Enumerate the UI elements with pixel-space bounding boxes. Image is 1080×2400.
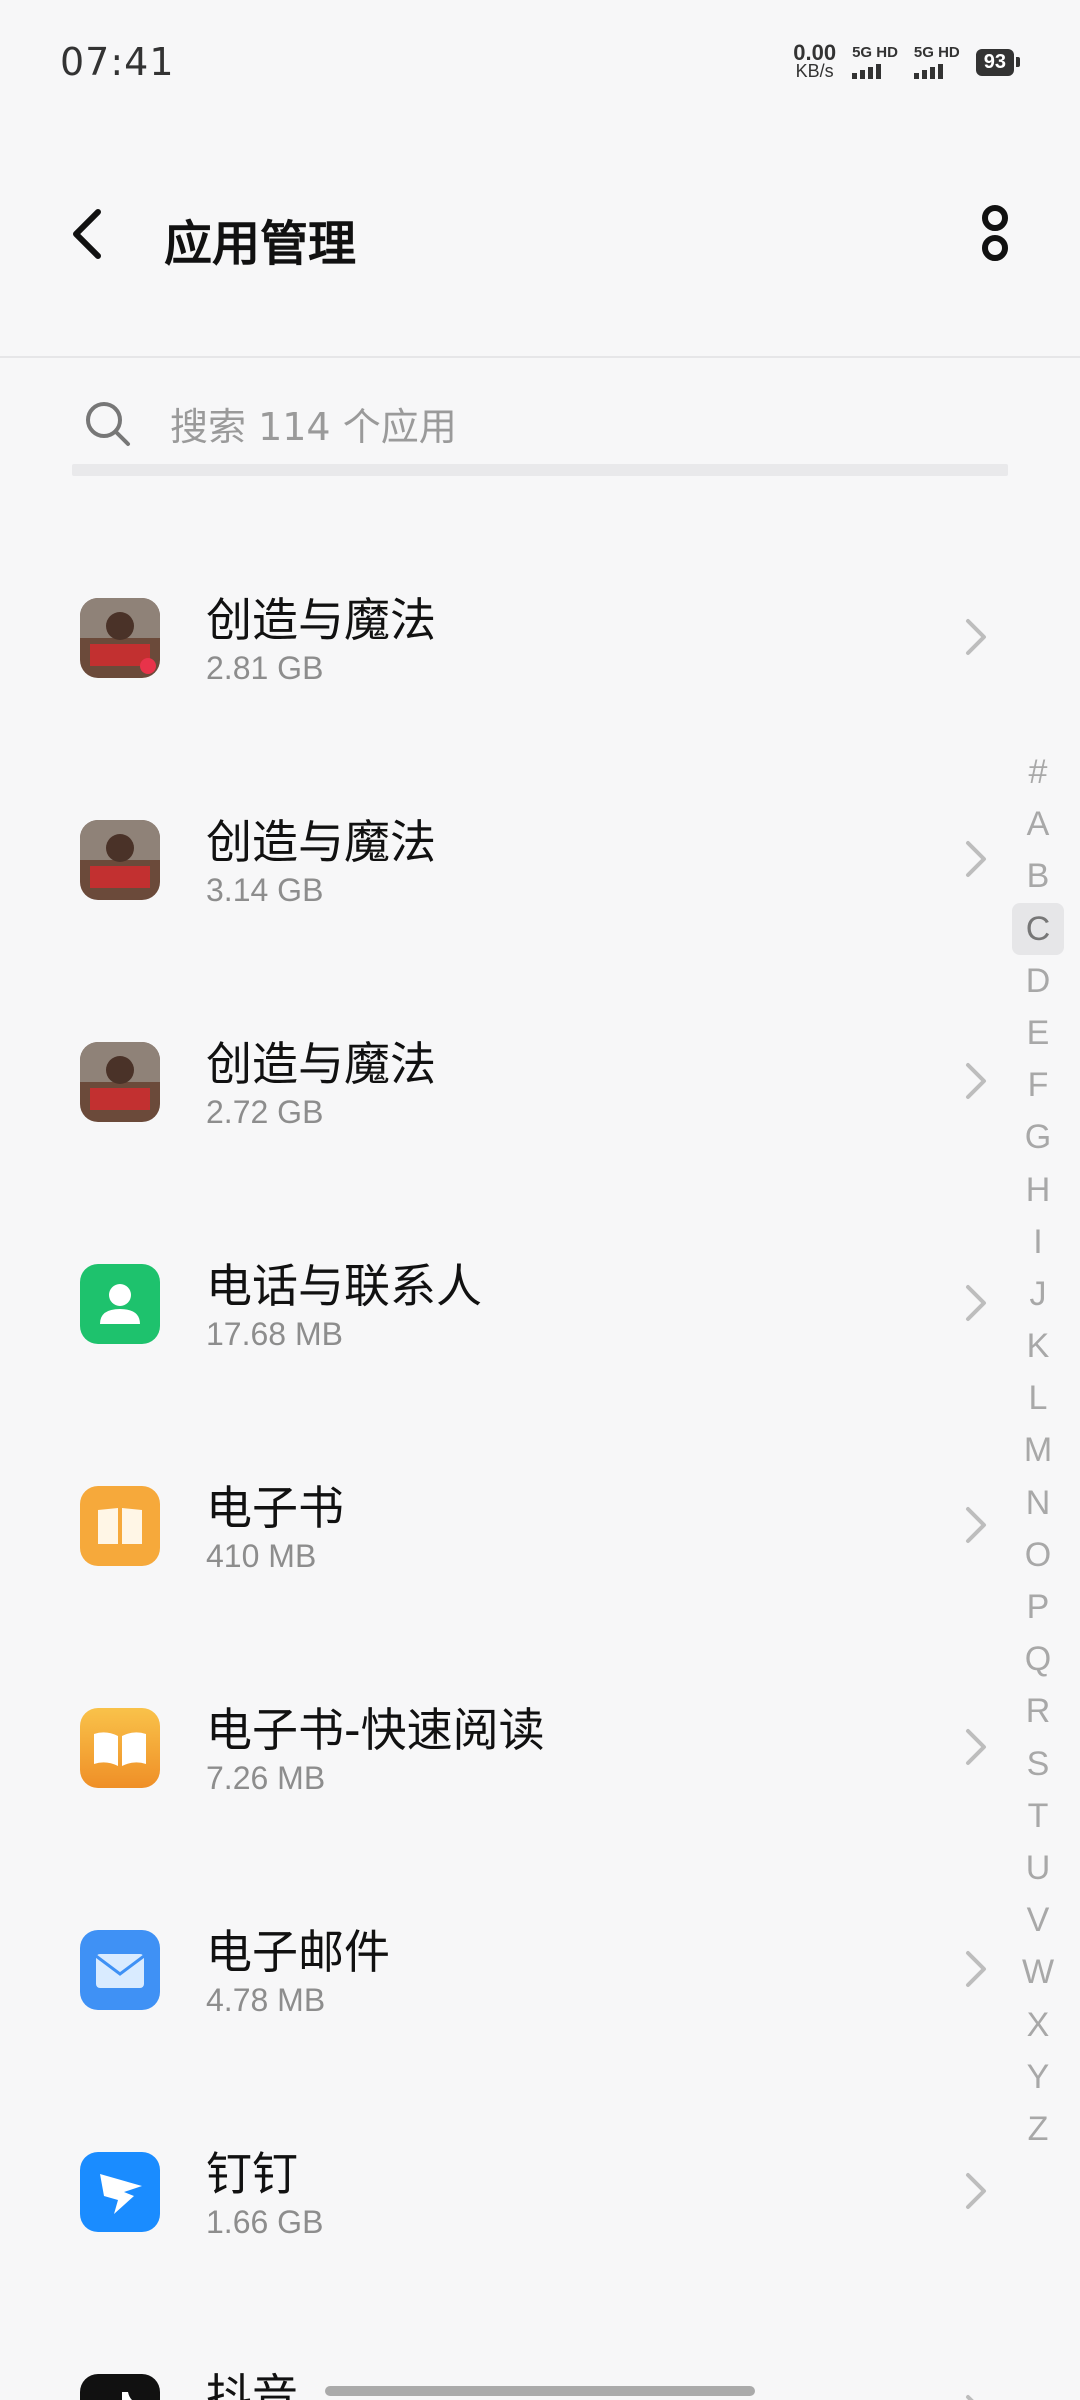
battery-level: 93 [975,48,1014,76]
alphabet-index-letter[interactable]: S [1012,1738,1064,1790]
header-divider [0,356,1080,358]
app-name: 创造与魔法 [206,815,436,869]
app-name: 电子书-快速阅读 [206,1703,545,1757]
chevron-right-icon [966,1285,986,1321]
status-indicators: 0.00 KB/s 5G HD 5G HD 93 [793,40,1020,81]
alphabet-index-letter[interactable]: W [1012,1946,1064,1998]
list-item[interactable]: 创造与魔法 2.72 GB [0,964,1000,1186]
app-size: 410 MB [206,1538,317,1574]
app-size: 3.14 GB [206,872,324,908]
more-options-button[interactable] [960,196,1030,276]
game-icon [80,1042,160,1122]
search-bar [72,380,1008,476]
list-item[interactable]: 抖音 [0,2296,1000,2400]
alphabet-index-letter[interactable]: F [1012,1059,1064,1111]
sim1-signal-icon: 5G HD [852,45,898,79]
alphabet-index-letter[interactable]: V [1012,1894,1064,1946]
dingtalk-icon [80,2152,160,2232]
network-speed-value: 0.00 [793,40,837,65]
alphabet-index-letter[interactable]: X [1012,1999,1064,2051]
search-input[interactable] [168,394,992,460]
list-item[interactable]: 钉钉 1.66 GB [0,2074,1000,2296]
list-item[interactable]: 电子邮件 4.78 MB [0,1852,1000,2074]
alphabet-index-letter[interactable]: Q [1012,1633,1064,1685]
alphabet-index-letter[interactable]: # [1012,746,1064,798]
alphabet-index-letter[interactable]: B [1012,850,1064,902]
list-item[interactable]: 电话与联系人 17.68 MB [0,1186,1000,1408]
app-name: 创造与魔法 [206,593,436,647]
network-speed: 0.00 KB/s [793,40,837,81]
top-app-bar: 应用管理 [0,180,1080,290]
alphabet-index-letter[interactable]: Y [1012,2051,1064,2103]
battery-icon: 93 [975,48,1020,76]
chevron-right-icon [966,1063,986,1099]
chevron-right-icon [966,841,986,877]
app-size: 2.81 GB [206,650,324,686]
alphabet-index-letter[interactable]: G [1012,1111,1064,1163]
alphabet-index-letter[interactable]: O [1012,1529,1064,1581]
alphabet-index-letter[interactable]: R [1012,1685,1064,1737]
chevron-right-icon [966,1729,986,1765]
alphabet-index-letter[interactable]: D [1012,955,1064,1007]
app-name: 创造与魔法 [206,1037,436,1091]
alphabet-index-letter[interactable]: U [1012,1842,1064,1894]
list-item[interactable]: 电子书 410 MB [0,1408,1000,1630]
alphabet-index-letter[interactable]: P [1012,1581,1064,1633]
game-icon [80,598,160,678]
mail-icon [80,1930,160,2010]
game-icon [80,820,160,900]
alphabet-index-letter[interactable]: H [1012,1164,1064,1216]
search-icon [86,402,130,446]
app-name: 钉钉 [206,2147,298,2201]
alphabet-index-letter[interactable]: N [1012,1477,1064,1529]
alphabet-index-letter[interactable]: M [1012,1424,1064,1476]
alphabet-index-letter[interactable]: T [1012,1790,1064,1842]
back-button[interactable] [60,204,120,264]
chevron-right-icon [966,1507,986,1543]
network-speed-unit: KB/s [795,61,834,81]
app-size: 4.78 MB [206,1982,326,2018]
sim2-signal-icon: 5G HD [913,44,960,79]
sim2-label: 5G HD [913,44,960,61]
back-arrow-icon [73,209,101,259]
app-name: 电子书 [206,1481,344,1535]
chevron-right-icon [966,2395,974,2400]
contact-icon [80,1264,160,1344]
chevron-right-icon [966,619,986,655]
more-options-icon [982,205,1008,261]
list-item[interactable]: 电子书-快速阅读 7.26 MB [0,1630,1000,1852]
book-icon [80,1708,160,1788]
chevron-right-icon [966,2173,986,2209]
status-bar: 07:41 0.00 KB/s 5G HD 5G HD 93 [0,0,1080,130]
alphabet-index-letter[interactable]: C [1012,902,1064,955]
alphabet-index-letter[interactable]: A [1012,798,1064,850]
chevron-right-icon [966,1951,986,1987]
app-size: 7.26 MB [206,1760,326,1796]
tiktok-icon [80,2374,160,2400]
app-list: 创造与魔法 2.81 GB 创造与魔法 3.14 GB 创造与魔法 2.72 G… [0,520,1000,2400]
sim1-label: 5G HD [852,44,898,61]
page-title: 应用管理 [164,216,357,272]
app-size: 1.66 GB [206,2204,324,2240]
home-indicator[interactable] [325,2386,755,2396]
app-name: 电话与联系人 [206,1259,482,1313]
alphabet-index-letter[interactable]: J [1012,1268,1064,1320]
status-time: 07:41 [60,40,175,84]
alphabet-index[interactable]: # A B C D E F G H I J K L M N O P Q R S T U V W X Y Z [1012,746,1064,2155]
alphabet-index-letter[interactable]: E [1012,1007,1064,1059]
app-management-screen: 07:41 0.00 KB/s 5G HD 5G HD 93 应用管理 搜索 1… [0,0,1080,2400]
alphabet-index-letter[interactable]: L [1012,1372,1064,1424]
app-size: 17.68 MB [206,1316,343,1352]
list-item[interactable]: 创造与魔法 3.14 GB [0,742,1000,964]
app-name: 抖音 [206,2369,298,2400]
alphabet-index-letter[interactable]: I [1012,1216,1064,1268]
alphabet-index-letter[interactable]: K [1012,1320,1064,1372]
app-size: 2.72 GB [206,1094,324,1130]
list-item[interactable]: 创造与魔法 2.81 GB [0,520,1000,742]
book-icon [80,1486,160,1566]
alphabet-index-letter[interactable]: Z [1012,2103,1064,2155]
app-name: 电子邮件 [206,1925,390,1979]
search-underline [72,464,1008,476]
